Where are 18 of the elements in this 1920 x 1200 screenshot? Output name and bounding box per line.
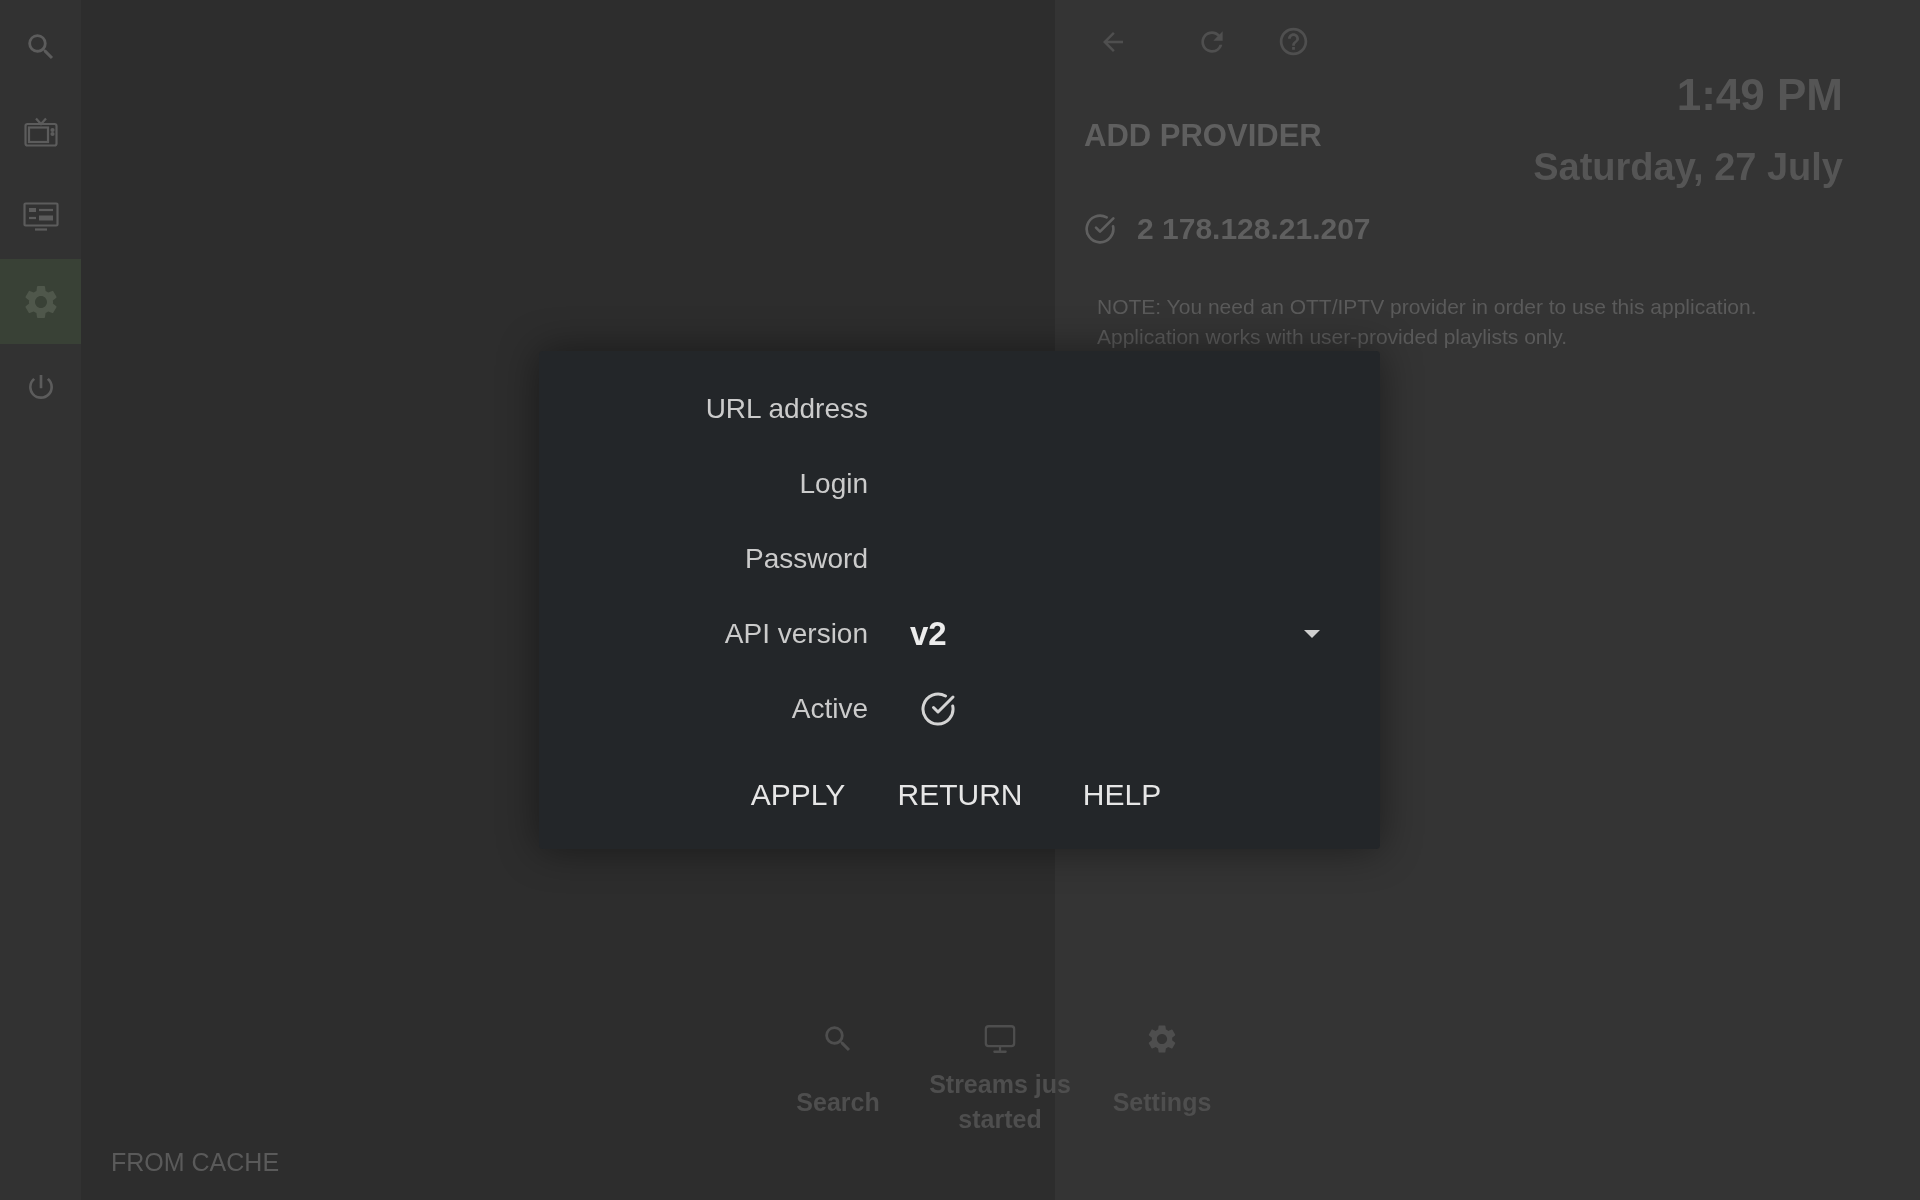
tv-icon	[23, 116, 58, 147]
field-label: Active	[791, 691, 868, 726]
help-button[interactable]	[1277, 25, 1310, 58]
monitor-list-icon	[22, 201, 59, 232]
sidebar-item[interactable]	[0, 259, 81, 344]
dropdown[interactable]: v2	[910, 608, 1330, 659]
field-label: API version	[724, 616, 868, 651]
checkbox[interactable]	[920, 690, 956, 727]
field-label: Password	[745, 541, 868, 576]
check-circle-icon	[920, 690, 956, 727]
field-label: URL address	[705, 391, 868, 426]
field-label: Login	[799, 466, 868, 501]
monitor-icon	[983, 1022, 1017, 1056]
dialog-button[interactable]: APPLY	[723, 766, 873, 822]
dialog-button[interactable]: HELP	[1047, 766, 1197, 822]
dialog-button[interactable]: RETURN	[885, 766, 1035, 822]
help-icon	[1277, 25, 1310, 58]
caret-icon	[1304, 629, 1320, 638]
